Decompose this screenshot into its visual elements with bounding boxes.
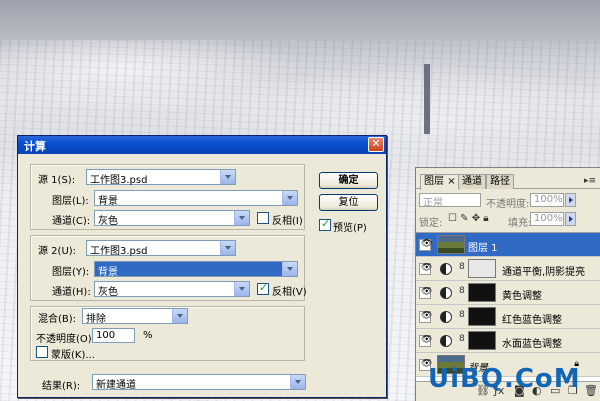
chain-link-icon: 8 [459, 334, 465, 344]
eye-icon[interactable]: 👁︎ [419, 263, 432, 275]
fill-arrow-icon[interactable] [565, 212, 576, 226]
source2-channel-label: 通道(H): [52, 287, 91, 298]
opacity-arrow-icon[interactable] [565, 193, 576, 207]
fill-field[interactable]: 100% [530, 212, 564, 226]
layer-mask-thumbnail [468, 331, 496, 350]
layer-mask-thumbnail [468, 283, 496, 302]
source1-invert-label: 反相(I) [272, 216, 303, 227]
chain-link-icon: 8 [459, 262, 465, 272]
chevron-down-icon [234, 282, 249, 296]
calculations-dialog: 计算 ✕ 源 1(S): 工作图3.psd 图层(L): 背景 通道(C): 灰… [17, 135, 387, 398]
tab-layers[interactable]: 图层 × [420, 174, 460, 190]
ok-button[interactable]: 确定 [319, 172, 378, 189]
eye-icon[interactable]: 👁︎ [419, 311, 432, 323]
layer-row[interactable]: 👁︎ 8 水面蓝色调整 [416, 329, 600, 353]
chain-link-icon: 8 [459, 310, 465, 320]
source2-invert-label: 反相(V) [272, 287, 307, 298]
layer-row[interactable]: 👁︎ 图层 1 [416, 233, 600, 257]
dialog-titlebar[interactable]: 计算 ✕ [18, 136, 386, 154]
blend-mode-dropdown[interactable]: 正常 [419, 193, 481, 209]
chain-link-icon: 8 [459, 286, 465, 296]
adjustment-layer-icon [440, 263, 452, 275]
layer-mask-thumbnail [468, 259, 496, 278]
result-label: 结果(R): [42, 381, 81, 392]
source1-layer-label: 图层(L): [52, 196, 89, 207]
preview-checkbox[interactable] [319, 217, 331, 231]
panel-menu-icon[interactable]: ▸≡ [584, 176, 596, 186]
lock-icons[interactable]: ☐ ✎ ✥ 🔒︎ [448, 213, 489, 224]
opacity-label: 不透明度: [486, 199, 530, 210]
adjustment-layer-icon [440, 287, 452, 299]
layer-row[interactable]: 👁︎ 8 红色蓝色调整 [416, 305, 600, 329]
layer-row[interactable]: 👁︎ 8 通道平衡,阴影提亮 [416, 257, 600, 281]
trash-icon[interactable]: 🗑︎ [584, 384, 598, 397]
source2-label: 源 2(U): [38, 246, 77, 257]
source2-group: 源 2(U): 工作图3.psd 图层(Y): 背景 通道(H): 灰色 反相(… [30, 235, 307, 301]
chevron-down-icon [172, 309, 187, 323]
opacity-unit: % [143, 330, 153, 341]
site-watermark: UiBQ.CoM [428, 364, 581, 394]
blending-group: 混合(B): 排除 不透明度(O): 100 % 蒙版(K)... [30, 306, 305, 361]
source1-file-select[interactable]: 工作图3.psd [86, 169, 236, 186]
source2-file-select[interactable]: 工作图3.psd [86, 240, 236, 257]
close-button[interactable]: ✕ [368, 137, 384, 152]
result-select[interactable]: 新建通道 [92, 374, 306, 391]
source1-channel-select[interactable]: 灰色 [94, 210, 250, 227]
eye-icon[interactable]: 👁︎ [419, 239, 432, 251]
source1-group: 源 1(S): 工作图3.psd 图层(L): 背景 通道(C): 灰色 反相(… [30, 164, 305, 230]
source1-label: 源 1(S): [38, 175, 76, 186]
source1-channel-label: 通道(C): [52, 216, 91, 227]
source2-layer-label: 图层(Y): [52, 267, 90, 278]
mountain-ridge [0, 0, 600, 40]
reset-button[interactable]: 复位 [319, 194, 378, 211]
fill-label: 填充: [508, 218, 532, 229]
source2-layer-select[interactable]: 背景 [94, 261, 298, 278]
source2-channel-select[interactable]: 灰色 [94, 281, 250, 298]
chevron-down-icon [282, 191, 297, 205]
tab-channels[interactable]: 通道 [458, 174, 486, 189]
source1-invert-checkbox[interactable] [257, 212, 269, 224]
chevron-down-icon [220, 170, 235, 184]
adjustment-layer-icon [440, 335, 452, 347]
chevron-down-icon [290, 375, 305, 389]
tab-paths[interactable]: 路径 [486, 174, 514, 189]
chevron-down-icon [234, 211, 249, 225]
lock-label: 锁定: [419, 218, 443, 229]
layer-thumbnail [437, 235, 465, 254]
mask-label: 蒙版(K)... [51, 350, 95, 361]
chevron-down-icon [282, 262, 297, 276]
blend-opacity-label: 不透明度(O): [36, 334, 96, 345]
chevron-down-icon [220, 241, 235, 255]
blend-label: 混合(B): [38, 314, 77, 325]
layer-row[interactable]: 👁︎ 8 黄色调整 [416, 281, 600, 305]
eye-icon[interactable]: 👁︎ [419, 335, 432, 347]
preview-label: 预览(P) [333, 223, 367, 234]
tower-silhouette [424, 64, 430, 134]
eye-icon[interactable]: 👁︎ [419, 287, 432, 299]
mask-checkbox[interactable] [36, 346, 48, 358]
blend-opacity-input[interactable]: 100 [92, 328, 135, 343]
source1-layer-select[interactable]: 背景 [94, 190, 298, 207]
tab-close-icon[interactable]: × [447, 176, 455, 187]
source2-invert-checkbox[interactable] [257, 281, 269, 295]
opacity-field[interactable]: 100% [530, 193, 564, 207]
close-icon: ✕ [371, 137, 381, 150]
adjustment-layer-icon [440, 311, 452, 323]
dialog-title: 计算 [24, 140, 46, 153]
blend-mode-select[interactable]: 排除 [82, 308, 188, 325]
layers-list: 👁︎ 图层 1 👁︎ 8 通道平衡,阴影提亮 👁︎ 8 黄色调整 👁︎ 8 红色… [416, 232, 600, 382]
panel-tabs: 图层 × 通道 路径 [416, 174, 600, 190]
layer-mask-thumbnail [468, 307, 496, 326]
